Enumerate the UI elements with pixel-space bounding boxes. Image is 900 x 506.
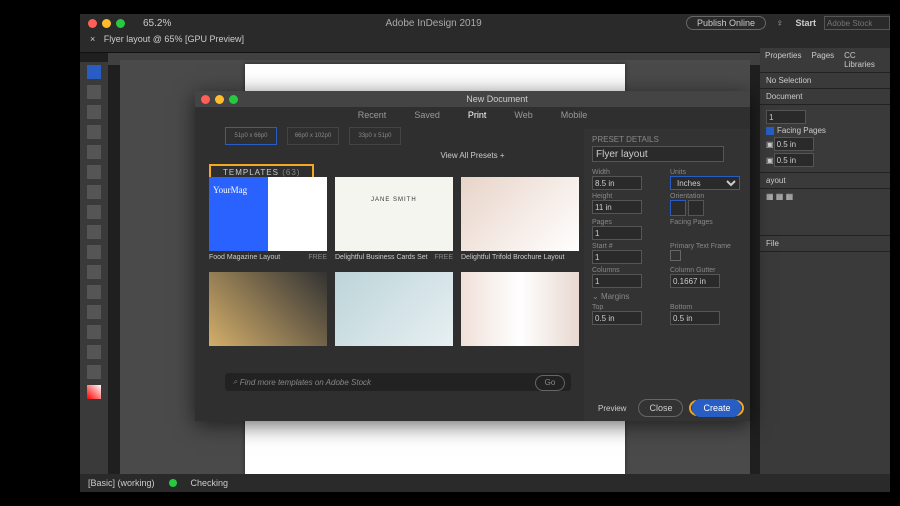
free-transform-tool[interactable]: [87, 285, 101, 299]
dialog-title: New Document: [244, 94, 750, 104]
preset-details-header: PRESET DETAILS: [592, 135, 742, 144]
units-select[interactable]: Inches: [670, 176, 740, 190]
template-gallery: Food Magazine LayoutFREE Delightful Busi…: [195, 177, 609, 397]
minimize-icon[interactable]: [102, 19, 111, 28]
tab-mobile[interactable]: Mobile: [561, 110, 588, 120]
columns-input[interactable]: [592, 274, 642, 288]
gradient-swatch-tool[interactable]: [87, 305, 101, 319]
pages-input[interactable]: [592, 226, 642, 240]
preset-2[interactable]: 66p0 x 102p0: [287, 127, 339, 145]
status-dot-icon: [169, 479, 177, 487]
type-tool[interactable]: [87, 145, 101, 159]
new-document-dialog: New Document Recent Saved Print Web Mobi…: [195, 91, 750, 421]
publish-online-button[interactable]: Publish Online: [686, 16, 766, 30]
category-tabs: Recent Saved Print Web Mobile: [195, 107, 750, 123]
bulb-icon[interactable]: ♀: [776, 18, 784, 29]
portrait-button[interactable]: [670, 200, 686, 216]
template-card[interactable]: Food Magazine LayoutFREE: [209, 177, 327, 264]
properties-panel: Properties Pages CC Libraries No Selecti…: [760, 48, 890, 474]
facing-pages-checkbox[interactable]: [766, 127, 774, 135]
no-selection-label: No Selection: [760, 73, 890, 89]
line-tool[interactable]: [87, 165, 101, 179]
hand-tool[interactable]: [87, 345, 101, 359]
margin-bottom-input[interactable]: [670, 311, 720, 325]
template-card[interactable]: Delightful Trifold Brochure Layout: [461, 177, 579, 264]
landscape-button[interactable]: [688, 200, 704, 216]
layout-section: ayout: [760, 173, 890, 189]
preset-details-panel: PRESET DETAILS Width UnitsInches Height …: [584, 129, 750, 421]
tab-recent[interactable]: Recent: [358, 110, 387, 120]
gap-tool[interactable]: [87, 125, 101, 139]
primary-text-frame-checkbox[interactable]: [670, 250, 681, 261]
pen-tool[interactable]: [87, 185, 101, 199]
start-button[interactable]: Start: [795, 18, 816, 28]
page-tool[interactable]: [87, 105, 101, 119]
dialog-close-icon[interactable]: [201, 95, 210, 104]
zoom-level[interactable]: 65.2%: [143, 18, 171, 29]
fill-stroke-icon[interactable]: [87, 385, 101, 399]
rectangle-tool[interactable]: [87, 245, 101, 259]
preset-3[interactable]: 33p0 x 51p0: [349, 127, 401, 145]
tab-web[interactable]: Web: [514, 110, 532, 120]
tab-close-icon[interactable]: ×: [90, 34, 95, 44]
status-checking[interactable]: Checking: [191, 478, 229, 488]
create-button[interactable]: Create: [692, 399, 741, 417]
status-bar: [Basic] (working) Checking: [80, 474, 890, 492]
document-name-input[interactable]: [592, 146, 724, 162]
height-input[interactable]: [592, 200, 642, 214]
margin-top-input[interactable]: [592, 311, 642, 325]
stock-search-input[interactable]: [824, 16, 890, 30]
eyedropper-tool[interactable]: [87, 325, 101, 339]
preset-1[interactable]: 51p0 x 66p0: [225, 127, 277, 145]
width-input[interactable]: [774, 137, 814, 151]
template-card[interactable]: [335, 272, 453, 346]
page-count-input[interactable]: [766, 110, 806, 124]
selection-tool[interactable]: [87, 65, 101, 79]
height-input[interactable]: [774, 153, 814, 167]
pencil-tool[interactable]: [87, 205, 101, 219]
dialog-minimize-icon[interactable]: [215, 95, 224, 104]
tab-cc-libraries[interactable]: CC Libraries: [839, 48, 890, 72]
template-search-input[interactable]: ⌕ Find more templates on Adobe Stock Go: [225, 373, 571, 391]
scissors-tool[interactable]: [87, 265, 101, 279]
template-card[interactable]: Delightful Business Cards SetFREE: [335, 177, 453, 264]
start-page-input[interactable]: [592, 250, 642, 264]
close-icon[interactable]: [88, 19, 97, 28]
align-section: ▦ ▦ ▦: [760, 189, 890, 236]
preview-label: Preview: [598, 404, 626, 413]
maximize-icon[interactable]: [116, 19, 125, 28]
direct-selection-tool[interactable]: [87, 85, 101, 99]
tab-properties[interactable]: Properties: [760, 48, 806, 72]
document-section: Document: [760, 89, 890, 105]
tools-panel: [80, 62, 108, 474]
rectangle-frame-tool[interactable]: [87, 225, 101, 239]
tab-title: Flyer layout @ 65% [GPU Preview]: [104, 34, 244, 44]
template-card[interactable]: [209, 272, 327, 346]
tab-print[interactable]: Print: [468, 110, 487, 120]
template-card[interactable]: [461, 272, 579, 346]
width-input[interactable]: [592, 176, 642, 190]
status-basic[interactable]: [Basic] (working): [88, 478, 155, 488]
gutter-input[interactable]: [670, 274, 720, 288]
zoom-tool[interactable]: [87, 365, 101, 379]
close-button[interactable]: Close: [638, 399, 683, 417]
dialog-maximize-icon[interactable]: [229, 95, 238, 104]
app-menubar: 65.2% Adobe InDesign 2019 Publish Online…: [80, 14, 890, 32]
tab-saved[interactable]: Saved: [414, 110, 440, 120]
app-title: Adobe InDesign 2019: [181, 18, 686, 29]
go-button[interactable]: Go: [535, 375, 565, 391]
tab-pages[interactable]: Pages: [806, 48, 839, 72]
file-section: File: [760, 236, 890, 252]
